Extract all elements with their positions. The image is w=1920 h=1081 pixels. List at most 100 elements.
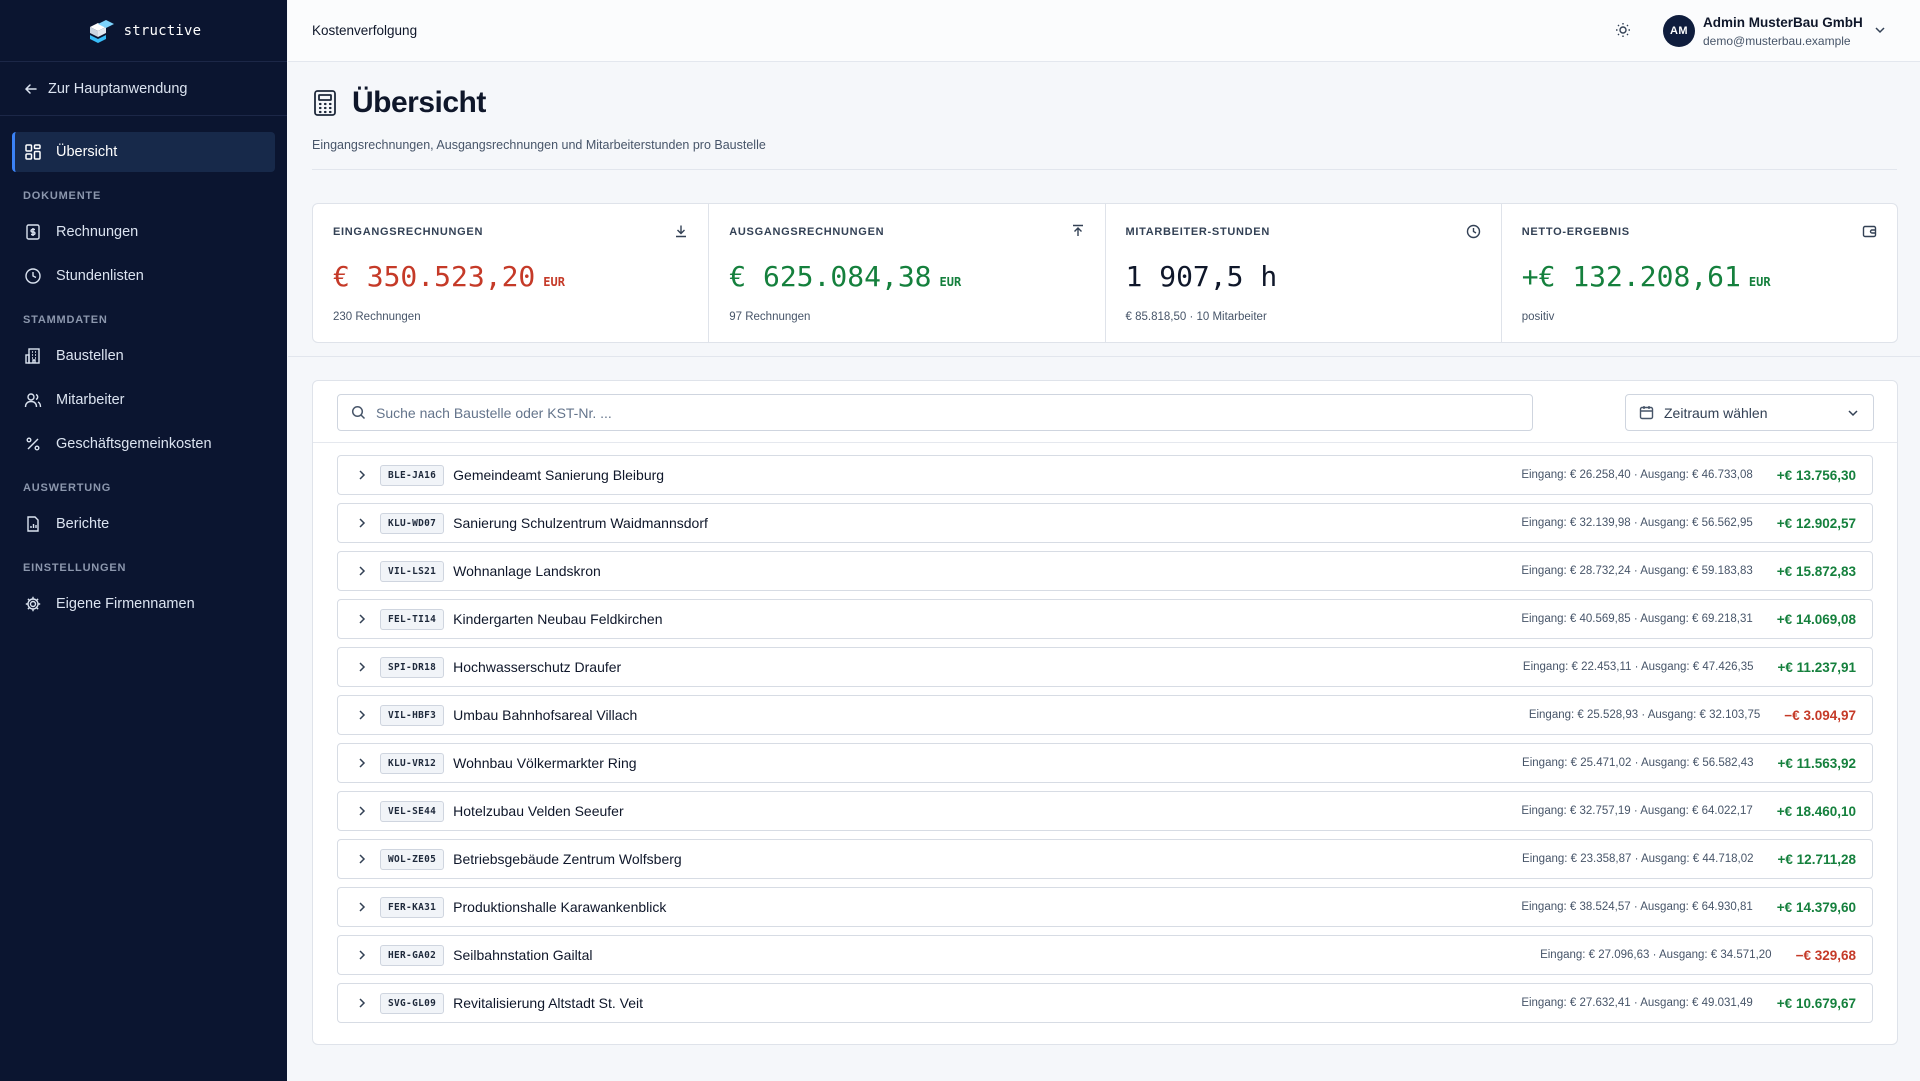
search-box[interactable] [337,394,1533,431]
nav-section-title: STAMMDATEN [23,314,108,326]
stat-card-net: NETTO-ERGEBNIS +€ 132.208,61 EUR positiv [1502,204,1897,342]
stat-unit: EUR [1748,275,1771,289]
clock-icon [24,267,42,285]
filter-bar: Zeitraum wählen [313,381,1897,443]
chevron-down-icon [1847,407,1859,419]
users-icon [24,391,42,409]
page-header: Übersicht Eingangsrechnungen, Ausgangsre… [312,80,1897,152]
sidebar-item-label: Rechnungen [56,224,139,240]
nav-section-title: AUSWERTUNG [23,482,112,494]
avatar[interactable]: AM [1663,15,1695,47]
site-name: Sanierung Schulzentrum Waidmannsdorf [453,515,708,531]
table-row[interactable]: SPI-DR18 Hochwasserschutz Draufer Eingan… [337,647,1873,687]
user-name[interactable]: Admin MusterBau GmbH [1703,15,1863,30]
stats-cards: EINGANGSRECHNUNGEN € 350.523,20 EUR 230 R… [312,203,1898,343]
site-income-expense: Eingang: € 32.757,19 · Ausgang: € 64.022… [1521,805,1753,817]
search-input[interactable] [376,404,1516,421]
chevron-right-icon[interactable] [356,469,368,481]
stat-note: € 85.818,50 · 10 Mitarbeiter [1125,311,1267,323]
brand[interactable]: structive [0,0,287,62]
site-code: FEL-TI14 [380,608,445,630]
chevron-down-icon[interactable] [1874,24,1886,36]
site-income-expense: Eingang: € 40.569,85 · Ausgang: € 69.218… [1521,613,1753,625]
site-name: Seilbahnstation Gailtal [453,947,593,963]
site-income-expense: Eingang: € 32.139,98 · Ausgang: € 56.562… [1521,517,1753,529]
chevron-right-icon[interactable] [356,901,368,913]
period-select-label: Zeitraum wählen [1664,404,1768,421]
sidebar-item-company-names[interactable]: Eigene Firmennamen [12,584,275,624]
gear-icon [24,595,42,613]
wallet-icon [1862,224,1877,238]
sidebar-item-sites[interactable]: Baustellen [12,336,275,376]
building-icon [24,347,42,365]
stat-unit: EUR [939,275,962,289]
sidebar-item-label: Mitarbeiter [56,392,125,408]
chevron-right-icon[interactable] [356,565,368,577]
stat-value: 1 907,5 h [1125,260,1278,293]
upload-icon [1071,224,1085,238]
stat-card-outgoing: AUSGANGSRECHNUNGEN € 625.084,38 EUR 97 Re… [709,204,1106,342]
site-code: HER-GA02 [380,944,445,966]
section-divider [288,356,1920,357]
table-row[interactable]: VIL-LS21 Wohnanlage Landskron Eingang: €… [337,551,1873,591]
header-divider [312,169,1897,170]
sidebar-item-invoices[interactable]: Rechnungen [12,212,275,252]
site-name: Hotelzubau Velden Seeufer [453,803,624,819]
table-row[interactable]: KLU-WD07 Sanierung Schulzentrum Waidmann… [337,503,1873,543]
chevron-right-icon[interactable] [356,757,368,769]
stat-label: NETTO-ERGEBNIS [1521,226,1630,238]
chevron-right-icon[interactable] [356,709,368,721]
sidebar-item-label: Eigene Firmennamen [56,596,195,612]
sidebar-item-timesheets[interactable]: Stundenlisten [12,256,275,296]
chevron-right-icon[interactable] [356,853,368,865]
chevron-right-icon[interactable] [356,661,368,673]
sidebar-item-overhead[interactable]: Geschäftsgemeinkosten [12,424,275,464]
chevron-right-icon[interactable] [356,613,368,625]
back-to-main-link[interactable]: Zur Hauptanwendung [0,62,287,116]
site-income-expense: Eingang: € 26.258,40 · Ausgang: € 46.733… [1521,469,1753,481]
chevron-right-icon[interactable] [356,517,368,529]
period-select[interactable]: Zeitraum wählen [1625,394,1874,431]
table-row[interactable]: FEL-TI14 Kindergarten Neubau Feldkirchen… [337,599,1873,639]
sidebar-item-label: Geschäftsgemeinkosten [56,436,212,452]
site-code: VIL-HBF3 [380,704,445,726]
stat-note: 97 Rechnungen [729,311,811,323]
chevron-right-icon[interactable] [356,949,368,961]
site-name: Gemeindeamt Sanierung Bleiburg [453,467,665,483]
table-row[interactable]: VIL-HBF3 Umbau Bahnhofsareal Villach Ein… [337,695,1873,735]
site-income-expense: Eingang: € 27.096,63 · Ausgang: € 34.571… [1540,949,1772,961]
table-row[interactable]: SVG-GL09 Revitalisierung Altstadt St. Ve… [337,983,1873,1023]
site-name: Produktionshalle Karawankenblick [453,899,667,915]
back-link-label: Zur Hauptanwendung [48,80,188,97]
site-name: Wohnanlage Landskron [453,563,601,579]
topbar: Kostenverfolgung AM Admin MusterBau GmbH… [288,0,1920,62]
page-subtitle: Eingangsrechnungen, Ausgangsrechnungen u… [312,138,766,152]
sidebar-item-label: Baustellen [56,348,124,364]
breadcrumb[interactable]: Kostenverfolgung [312,23,417,38]
stat-note: 230 Rechnungen [333,311,421,323]
stat-label: EINGANGSRECHNUNGEN [333,226,484,238]
chevron-right-icon[interactable] [356,805,368,817]
sidebar-item-overview[interactable]: Übersicht [12,132,275,172]
table-row[interactable]: KLU-VR12 Wohnbau Völkermarkter Ring Eing… [337,743,1873,783]
site-name: Revitalisierung Altstadt St. Veit [453,995,644,1011]
sidebar-item-reports[interactable]: Berichte [12,504,275,544]
sidebar-item-label: Übersicht [56,144,118,160]
site-code: BLE-JA16 [380,464,445,486]
table-row[interactable]: BLE-JA16 Gemeindeamt Sanierung Bleiburg … [337,455,1873,495]
table-row[interactable]: HER-GA02 Seilbahnstation Gailtal Eingang… [337,935,1873,975]
table-row[interactable]: FER-KA31 Produktionshalle Karawankenblic… [337,887,1873,927]
table-row[interactable]: VEL-SE44 Hotelzubau Velden Seeufer Einga… [337,791,1873,831]
sidebar-nav: Übersicht DOKUMENTE Rechnungen Stundenli… [0,116,287,624]
sites-list: BLE-JA16 Gemeindeamt Sanierung Bleiburg … [313,443,1897,1023]
table-row[interactable]: WOL-ZE05 Betriebsgebäude Zentrum Wolfsbe… [337,839,1873,879]
stat-label: MITARBEITER-STUNDEN [1125,226,1270,238]
clock-icon [1466,224,1481,239]
site-income-expense: Eingang: € 23.358,87 · Ausgang: € 44.718… [1522,853,1754,865]
sidebar-item-employees[interactable]: Mitarbeiter [12,380,275,420]
site-net-result: −€ 3.094,97 [1784,707,1856,723]
chevron-right-icon[interactable] [356,997,368,1009]
theme-toggle-sun-icon[interactable] [1614,21,1632,39]
site-income-expense: Eingang: € 27.632,41 · Ausgang: € 49.031… [1521,997,1753,1009]
site-net-result: +€ 14.379,60 [1776,899,1856,915]
